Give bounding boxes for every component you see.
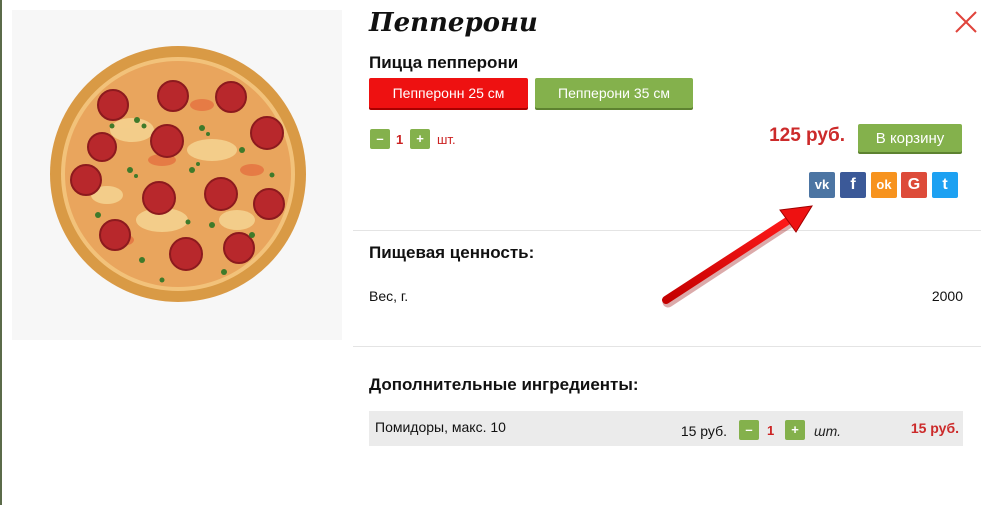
extra-ingredient-row: Помидоры, макс. 10 15 руб. – 1 + шт. 15 …: [369, 411, 963, 446]
window-edge: [0, 0, 2, 505]
size-35-button[interactable]: Пепперони 35 см: [535, 78, 693, 108]
nutrition-heading: Пищевая ценность:: [369, 243, 535, 262]
qty-value: 1: [396, 132, 404, 147]
weight-label: Вес, г.: [369, 288, 409, 304]
qty-plus-button[interactable]: +: [410, 129, 430, 149]
pizza-illustration: [50, 46, 306, 302]
product-title: Пепперони: [369, 8, 538, 38]
weight-value: 2000: [931, 288, 963, 304]
twitter-icon[interactable]: t: [932, 172, 958, 198]
extras-heading: Дополнительные ингредиенты:: [369, 375, 639, 394]
google-glyph: G: [907, 176, 921, 193]
extra-qty-minus-button[interactable]: –: [739, 420, 759, 440]
google-icon[interactable]: G: [901, 172, 927, 198]
extra-qty-unit: шт.: [814, 423, 842, 439]
product-subtitle: Пицца пепперони: [369, 53, 519, 72]
divider: [353, 230, 981, 231]
extra-qty-value: 1: [767, 423, 775, 438]
divider: [353, 346, 981, 347]
extra-unit-price: 15 руб.: [680, 423, 727, 439]
extra-name: Помидоры, макс. 10: [375, 419, 506, 435]
size-25-button[interactable]: Пепперонн 25 см: [369, 78, 528, 108]
facebook-glyph: f: [850, 176, 856, 193]
twitter-glyph: t: [942, 176, 948, 193]
product-image: [12, 10, 342, 340]
odnoklassniki-glyph: ok: [876, 177, 892, 192]
vk-icon[interactable]: vk: [809, 172, 835, 198]
facebook-icon[interactable]: f: [840, 172, 866, 198]
product-price: 125 руб.: [769, 125, 845, 146]
vk-glyph: vk: [814, 177, 830, 192]
add-to-cart-button[interactable]: В корзину: [858, 124, 962, 152]
qty-minus-button[interactable]: –: [370, 129, 390, 149]
qty-unit: шт.: [437, 132, 456, 147]
close-icon[interactable]: [952, 8, 980, 36]
odnoklassniki-icon[interactable]: ok: [871, 172, 897, 198]
extra-qty-plus-button[interactable]: +: [785, 420, 805, 440]
extra-total-price: 15 руб.: [910, 420, 959, 436]
